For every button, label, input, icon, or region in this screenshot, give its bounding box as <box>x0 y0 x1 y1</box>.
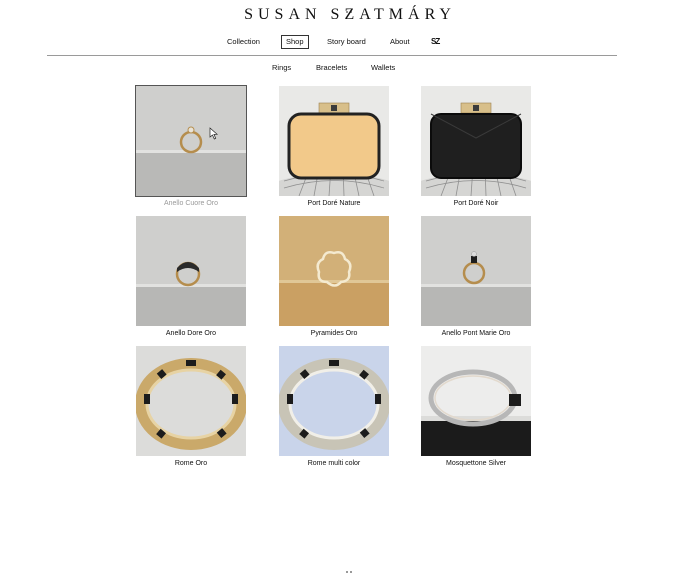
product-name[interactable]: Anello Cuore Oro <box>116 199 266 208</box>
product-image-pyramides-oro[interactable] <box>279 216 389 326</box>
product-image-mosquettone-silver[interactable] <box>421 346 531 456</box>
subnav-item-wallets[interactable]: Wallets <box>371 63 395 73</box>
nav-item-story-board[interactable]: Story board <box>327 35 366 49</box>
product-image-rome-multi-color[interactable] <box>279 346 389 456</box>
main-nav: Collection Shop Story board About SZ <box>0 35 700 51</box>
product-image-port-dore-noir[interactable] <box>421 86 531 196</box>
nav-item-collection[interactable]: Collection <box>227 35 260 49</box>
product-name[interactable]: Port Doré Nature <box>259 199 409 208</box>
product-image-anello-pont-marie-oro[interactable] <box>421 216 531 326</box>
product-name[interactable]: Anello Pont Marie Oro <box>401 329 551 338</box>
bottom-scroll-indicator <box>346 560 354 573</box>
subnav-item-bracelets[interactable]: Bracelets <box>316 63 347 73</box>
nav-item-about[interactable]: About <box>390 35 410 49</box>
sz-logo-icon[interactable]: SZ <box>431 37 443 46</box>
header-divider <box>47 55 617 56</box>
product-name[interactable]: Pyramides Oro <box>259 329 409 338</box>
brand-title[interactable]: SUSAN SZATMÁRY <box>0 6 700 24</box>
product-name[interactable]: Mosquettone Silver <box>401 459 551 468</box>
product-image-anello-dore-oro[interactable] <box>136 216 246 326</box>
subnav-item-rings[interactable]: Rings <box>272 63 291 73</box>
product-name[interactable]: Anello Dore Oro <box>116 329 266 338</box>
product-name[interactable]: Rome multi color <box>259 459 409 468</box>
top-scroll-indicator <box>346 0 354 13</box>
product-name[interactable]: Port Doré Noir <box>401 199 551 208</box>
product-image-rome-oro[interactable] <box>136 346 246 456</box>
product-name[interactable]: Rome Oro <box>116 459 266 468</box>
nav-item-shop[interactable]: Shop <box>281 35 309 49</box>
product-image-anello-cuore-oro[interactable] <box>135 85 247 197</box>
product-image-port-dore-nature[interactable] <box>279 86 389 196</box>
